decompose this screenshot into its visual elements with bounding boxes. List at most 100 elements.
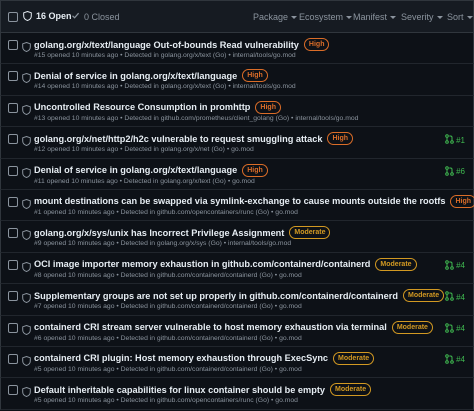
alert-row[interactable]: Supplementary groups are not set up prop…	[0, 284, 474, 316]
chevron-down-icon	[436, 15, 443, 19]
alert-checkbox[interactable]	[8, 353, 18, 364]
shield-icon	[22, 353, 31, 371]
alert-meta: #15 opened 10 minutes ago • Detected in …	[34, 52, 296, 59]
alert-checkbox[interactable]	[8, 385, 18, 396]
alert-title-link[interactable]: OCI image importer memory exhaustion in …	[34, 259, 370, 269]
pull-request-number: #4	[456, 261, 465, 271]
linked-pull-request[interactable]: #1	[445, 134, 465, 146]
linked-pull-request[interactable]: #6	[445, 165, 465, 178]
severity-badge: Moderate	[402, 289, 445, 303]
alert-row[interactable]: golang.org/x/net/http2/h2c vulnerable to…	[0, 127, 474, 159]
linked-pull-request[interactable]: #4	[445, 291, 465, 303]
closed-filter-tab[interactable]: 0 Closed	[71, 11, 120, 22]
alert-title-line: Default inheritable capabilities for lin…	[34, 383, 372, 397]
severity-badge: High	[450, 194, 474, 208]
alert-row[interactable]: containerd CRI plugin: Host memory exhau…	[0, 346, 474, 379]
pull-request-icon	[445, 134, 454, 146]
severity-badge: Moderate	[330, 383, 372, 397]
severity-badge: High	[242, 69, 268, 83]
alert-title-link[interactable]: golang.org/x/net/http2/h2c vulnerable to…	[34, 134, 322, 144]
manifest-filter-dropdown[interactable]: Manifest	[353, 12, 397, 22]
severity-filter-label: Severity	[401, 12, 434, 22]
alert-meta: #8 opened 10 minutes ago • Detected in g…	[34, 271, 302, 279]
severity-badge: Moderate	[289, 226, 331, 240]
alert-checkbox[interactable]	[8, 259, 18, 270]
alert-meta: #12 opened 10 minutes ago • Detected in …	[34, 146, 254, 154]
alert-row[interactable]: Default inheritable capabilities for lin…	[0, 378, 474, 410]
alert-checkbox[interactable]	[8, 165, 18, 176]
alert-row[interactable]: containerd CRI stream server vulnerable …	[0, 315, 474, 347]
shield-icon	[22, 39, 31, 57]
alert-checkbox[interactable]	[8, 134, 18, 145]
pull-request-icon	[445, 259, 454, 272]
severity-filter-dropdown[interactable]: Severity	[401, 12, 443, 22]
shield-icon	[22, 384, 31, 402]
alert-title-link[interactable]: Uncontrolled Resource Consumption in pro…	[34, 102, 250, 112]
shield-icon	[22, 102, 31, 120]
alert-checkbox[interactable]	[8, 228, 18, 239]
pull-request-number: #1	[456, 135, 465, 145]
chevron-down-icon	[291, 15, 298, 19]
alert-title-link[interactable]: Supplementary groups are not set up prop…	[34, 291, 398, 301]
alert-row[interactable]: mount destinations can be swapped via sy…	[0, 189, 474, 222]
alert-title-link[interactable]: mount destinations can be swapped via sy…	[34, 196, 445, 206]
alert-checkbox[interactable]	[8, 40, 18, 50]
alert-title-line: Denial of service in golang.org/x/text/l…	[34, 69, 268, 83]
shield-icon	[22, 133, 31, 151]
alert-checkbox[interactable]	[8, 102, 18, 113]
alert-title-link[interactable]: containerd CRI stream server vulnerable …	[34, 322, 387, 332]
alert-title-line: OCI image importer memory exhaustion in …	[34, 257, 417, 271]
ecosystem-filter-label: Ecosystem	[299, 12, 344, 22]
sort-label: Sort	[447, 12, 464, 22]
alert-meta: #5 opened 10 minutes ago • Detected in g…	[34, 365, 302, 373]
ecosystem-filter-dropdown[interactable]: Ecosystem	[299, 12, 353, 22]
chevron-down-icon	[346, 15, 353, 19]
open-count-label: 16 Open	[36, 11, 72, 21]
alert-row[interactable]: Uncontrolled Resource Consumption in pro…	[0, 95, 474, 128]
shield-icon	[22, 70, 31, 88]
linked-pull-request[interactable]: #4	[445, 354, 465, 366]
alert-title-link[interactable]: golang.org/x/sys/unix has Incorrect Priv…	[34, 228, 284, 238]
severity-badge: High	[327, 132, 353, 146]
chevron-down-icon	[466, 15, 473, 19]
select-all-checkbox[interactable]	[8, 12, 18, 22]
alert-title-link[interactable]: Default inheritable capabilities for lin…	[34, 385, 325, 395]
shield-icon	[22, 196, 31, 214]
alert-checkbox[interactable]	[8, 196, 18, 207]
alert-title-line: containerd CRI plugin: Host memory exhau…	[34, 351, 375, 365]
alert-title-line: golang.org/x/net/http2/h2c vulnerable to…	[34, 132, 353, 146]
alert-title-line: mount destinations can be swapped via sy…	[34, 194, 474, 208]
alert-row[interactable]: golang.org/x/sys/unix has Incorrect Priv…	[0, 221, 474, 253]
alert-checkbox[interactable]	[8, 291, 18, 302]
sort-dropdown[interactable]: Sort	[447, 12, 473, 22]
alert-checkbox[interactable]	[8, 71, 18, 82]
alert-row[interactable]: OCI image importer memory exhaustion in …	[0, 252, 474, 285]
pull-request-icon	[445, 354, 454, 366]
alert-title-link[interactable]: Denial of service in golang.org/x/text/l…	[34, 71, 237, 81]
linked-pull-request[interactable]: #4	[445, 322, 465, 335]
package-filter-dropdown[interactable]: Package	[253, 12, 298, 22]
alerts-list: golang.org/x/text/language Out-of-bounds…	[0, 33, 474, 410]
alert-title-line: Denial of service in golang.org/x/text/l…	[34, 163, 268, 177]
package-filter-label: Package	[253, 12, 289, 22]
alert-meta: #1 opened 10 minutes ago • Detected in g…	[34, 208, 298, 216]
alert-title-link[interactable]: golang.org/x/text/language Out-of-bounds…	[34, 40, 299, 50]
alert-checkbox[interactable]	[8, 322, 18, 333]
pull-request-icon	[445, 291, 454, 303]
open-filter-tab[interactable]: 16 Open	[23, 11, 72, 21]
closed-count-label: 0 Closed	[84, 11, 120, 22]
alert-title-link[interactable]: Denial of service in golang.org/x/text/l…	[34, 165, 237, 175]
alert-meta: #9 opened 10 minutes ago • Detected in g…	[34, 240, 292, 248]
linked-pull-request[interactable]: #4	[445, 259, 465, 272]
shield-icon	[22, 259, 31, 277]
alert-row[interactable]: Denial of service in golang.org/x/text/l…	[0, 64, 474, 96]
shield-icon	[22, 227, 31, 245]
check-icon	[71, 11, 80, 22]
alert-meta: #5 opened 10 minutes ago • Detected in g…	[34, 397, 298, 405]
alert-row[interactable]: Denial of service in golang.org/x/text/l…	[0, 158, 474, 190]
alert-row[interactable]: golang.org/x/text/language Out-of-bounds…	[0, 33, 474, 65]
alert-meta: #14 opened 10 minutes ago • Detected in …	[34, 83, 296, 91]
severity-badge: High	[303, 38, 330, 51]
alert-title-link[interactable]: containerd CRI plugin: Host memory exhau…	[34, 353, 328, 363]
chevron-down-icon	[390, 15, 397, 19]
